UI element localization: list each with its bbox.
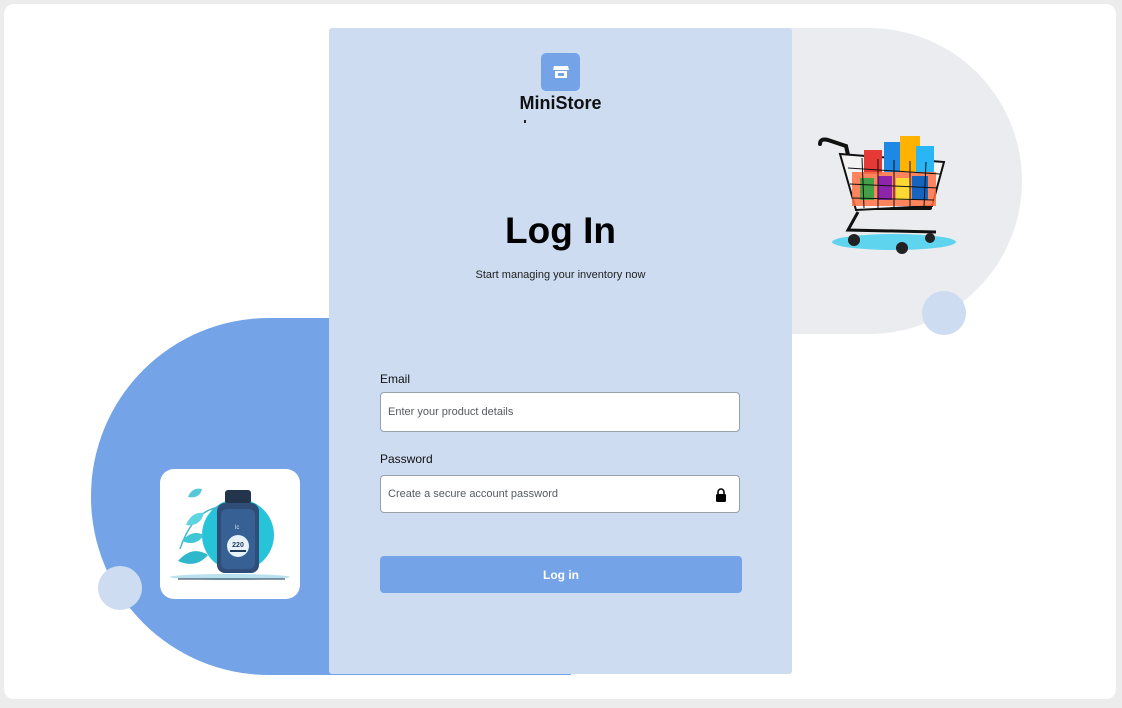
password-field[interactable] <box>381 476 708 512</box>
page-frame: 220 lc MiniStore Log In Start managing y… <box>4 4 1116 699</box>
product-bottle-illustration: 220 lc <box>160 469 300 599</box>
password-label: Password <box>380 452 433 466</box>
password-field-wrapper <box>380 475 740 513</box>
bottle-label-mark: lc <box>235 525 239 531</box>
brand-name: MiniStore <box>519 93 602 113</box>
email-field-wrapper <box>380 392 740 432</box>
decorative-dot-right <box>922 291 966 335</box>
bottle-label-number: 220 <box>232 542 244 549</box>
bottle-image: 220 lc <box>170 488 290 580</box>
email-field[interactable] <box>381 393 708 431</box>
page-title: Log In <box>505 210 616 251</box>
store-icon <box>552 66 569 78</box>
lock-icon[interactable] <box>715 488 727 502</box>
shopping-cart-illustration <box>812 128 968 262</box>
brand-underline-mark <box>524 120 526 123</box>
brand-logo <box>541 53 580 91</box>
shopping-cart-icon <box>818 136 956 254</box>
login-panel: MiniStore Log In Start managing your inv… <box>329 28 792 674</box>
email-label: Email <box>380 372 411 386</box>
page-subtitle: Start managing your inventory now <box>475 269 646 281</box>
login-button[interactable]: Log in <box>380 556 742 593</box>
decorative-dot-left <box>98 566 142 610</box>
